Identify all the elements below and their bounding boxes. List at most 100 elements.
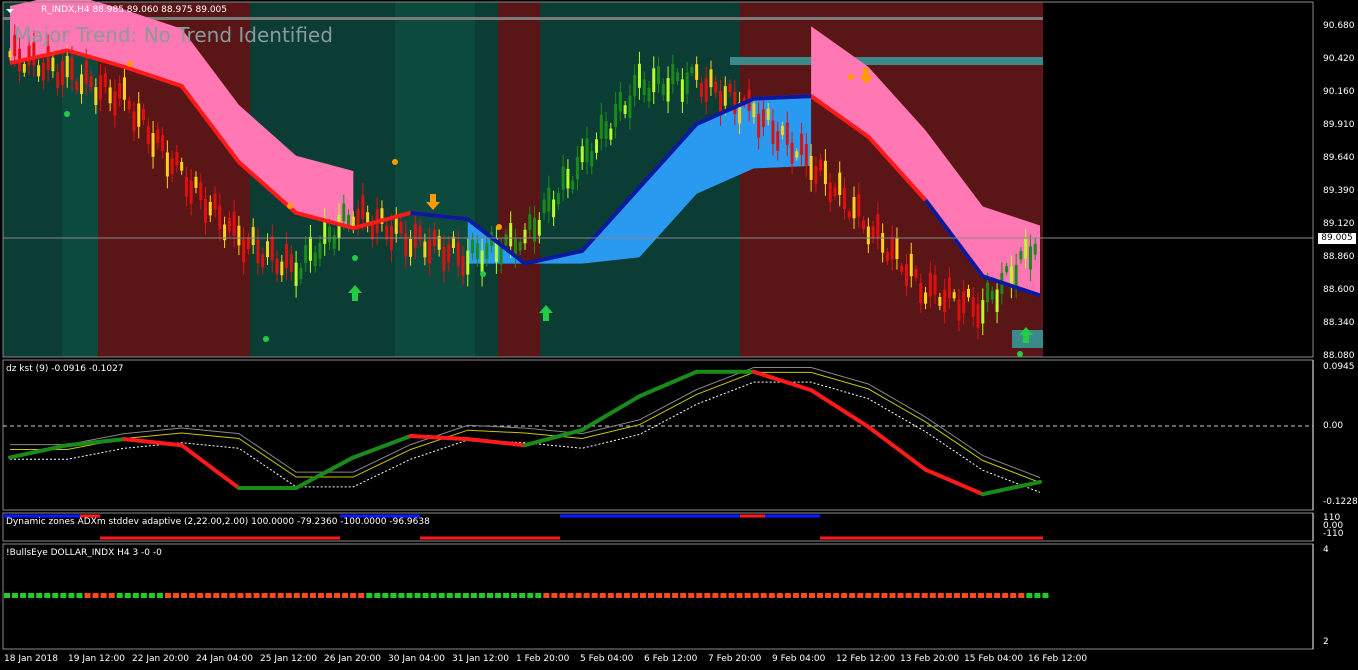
candle-body — [523, 229, 527, 244]
main-y-tick: 89.120 — [1323, 219, 1355, 229]
bullseye-dot — [253, 593, 260, 598]
bullseye-dot — [768, 593, 775, 598]
candle-body — [966, 288, 970, 298]
candle-body — [175, 151, 179, 166]
candle-body — [904, 264, 908, 286]
candle-body — [704, 78, 708, 103]
candle-body — [84, 60, 88, 84]
bullseye-dot — [978, 593, 985, 598]
candle-body — [976, 304, 980, 328]
candle-body — [657, 66, 661, 84]
bullseye-dot — [1010, 593, 1017, 598]
candle-body — [561, 166, 565, 190]
candle-body — [213, 193, 217, 210]
candle-body — [232, 211, 236, 236]
bullseye-dot — [68, 593, 75, 598]
bullseye-dot — [462, 593, 469, 598]
candle-body — [461, 255, 465, 276]
bullseye-dot — [76, 593, 83, 598]
candle-body — [990, 290, 994, 300]
bullseye-pane[interactable]: !BullsEye DOLLAR_INDX H4 3 -0 -0 4 2 — [0, 543, 1358, 650]
candle-body — [666, 78, 670, 102]
bullseye-dot — [631, 593, 638, 598]
signal-dot — [848, 74, 854, 80]
candle-body — [285, 244, 289, 268]
candle-body — [323, 219, 327, 244]
candle-body — [299, 268, 303, 280]
candle-body — [113, 91, 117, 116]
candle-body — [161, 135, 165, 151]
kst-line-segment — [980, 479, 1042, 497]
bullseye-dot — [317, 593, 324, 598]
bullseye-dot — [4, 593, 10, 598]
main-chart-pane[interactable]: R_INDX,H4 88.985 89.060 88.975 89.005 Ma… — [0, 0, 1358, 358]
bullseye-dot — [406, 593, 413, 598]
bullseye-dot — [277, 593, 284, 598]
bullseye-dot — [140, 593, 147, 598]
candle-body — [876, 214, 880, 238]
kst-signal-line — [10, 366, 1041, 479]
bullseye-dot — [937, 593, 944, 598]
kst-line-segment — [408, 434, 470, 442]
candle-body — [518, 241, 522, 251]
candle-body — [294, 262, 298, 286]
bullseye-dot — [1002, 593, 1009, 598]
time-tick: 15 Feb 04:00 — [964, 654, 1024, 664]
candle-body — [194, 176, 198, 188]
candle-body — [842, 188, 846, 210]
candle-body — [385, 225, 389, 240]
main-y-tick: 89.390 — [1323, 186, 1355, 196]
candle-body — [70, 57, 74, 80]
candle-body — [1028, 246, 1032, 270]
candle-body — [89, 76, 93, 88]
time-tick: 24 Jan 04:00 — [196, 654, 253, 664]
bullseye-dot — [100, 593, 107, 598]
signal-dot — [352, 255, 358, 261]
candle-body — [56, 71, 60, 88]
kst-pane[interactable]: dz kst (9) -0.0916 -0.1027 0.0945 0.00 -0.… — [0, 359, 1358, 511]
bg-zone — [498, 2, 540, 357]
bullseye-dot — [20, 593, 27, 598]
time-tick: 26 Jan 20:00 — [324, 654, 381, 664]
candle-body — [895, 237, 899, 260]
candle-body — [938, 297, 942, 306]
candle-body — [909, 253, 913, 277]
main-y-tick: 90.680 — [1323, 21, 1355, 31]
candle-body — [423, 241, 427, 258]
bullseye-dot — [953, 593, 960, 598]
bullseye-dot — [173, 593, 180, 598]
candle-body — [180, 162, 184, 171]
candle-body — [428, 239, 432, 264]
bullseye-dot — [736, 593, 743, 598]
kst-line-segment — [923, 467, 985, 497]
signal-dot — [263, 336, 269, 342]
candle-body — [914, 269, 918, 278]
signal-dot — [127, 61, 133, 67]
candle-body — [637, 63, 641, 88]
bg-zone — [395, 2, 475, 357]
candle-body — [928, 273, 932, 297]
candle-body — [485, 243, 489, 260]
bullseye-dot — [591, 593, 598, 598]
candle-body — [304, 244, 308, 263]
bullseye-dot — [269, 593, 276, 598]
candle-body — [199, 182, 203, 201]
candle-body — [823, 160, 827, 185]
kst-y-tick: 0.00 — [1323, 421, 1344, 431]
candle-body — [542, 199, 546, 214]
symbol-header: R_INDX,H4 88.985 89.060 88.975 89.005 — [41, 5, 227, 15]
candle-body — [981, 300, 985, 324]
candle-body — [580, 146, 584, 163]
main-y-tick: 88.860 — [1323, 252, 1355, 262]
bullseye-dot — [503, 593, 510, 598]
candle-body — [733, 91, 737, 115]
major-trend-text: Major Trend: No Trend Identified — [14, 23, 333, 47]
candle-body — [695, 64, 699, 80]
candle-body — [866, 226, 870, 245]
candle-body — [828, 182, 832, 203]
candle-body — [327, 226, 331, 243]
candle-body — [94, 87, 98, 105]
adx-pane[interactable]: Dynamic zones ADXm stddev adaptive (2,22… — [0, 512, 1358, 542]
bullseye-dot — [921, 593, 928, 598]
candle-body — [99, 75, 103, 100]
